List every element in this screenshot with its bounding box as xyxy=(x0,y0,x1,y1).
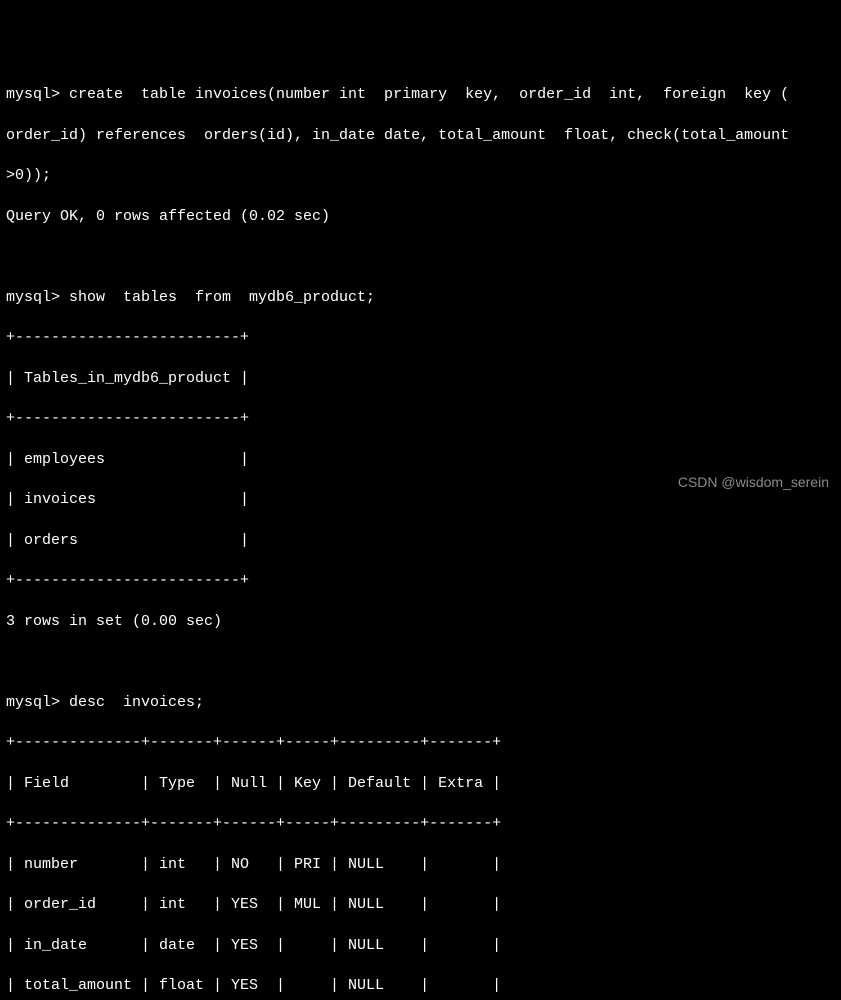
desc-row-1: | order_id | int | YES | MUL | NULL | | xyxy=(6,895,835,915)
show-tables-command: mysql> show tables from mydb6_product; xyxy=(6,288,835,308)
desc-border-mid: +--------------+-------+------+-----+---… xyxy=(6,814,835,834)
desc-border-top: +--------------+-------+------+-----+---… xyxy=(6,733,835,753)
blank-line xyxy=(6,652,835,672)
desc-command: mysql> desc invoices; xyxy=(6,693,835,713)
desc-row-3: | total_amount | float | YES | | NULL | … xyxy=(6,976,835,996)
create-command-line3: >0)); xyxy=(6,166,835,186)
desc-row-0: | number | int | NO | PRI | NULL | | xyxy=(6,855,835,875)
tables-row-1: | invoices | xyxy=(6,490,835,510)
desc-header: | Field | Type | Null | Key | Default | … xyxy=(6,774,835,794)
tables-border-mid: +-------------------------+ xyxy=(6,409,835,429)
create-command-line1: mysql> create table invoices(number int … xyxy=(6,85,835,105)
tables-header: | Tables_in_mydb6_product | xyxy=(6,369,835,389)
blank-line xyxy=(6,247,835,267)
tables-row-2: | orders | xyxy=(6,531,835,551)
desc-row-2: | in_date | date | YES | | NULL | | xyxy=(6,936,835,956)
watermark: CSDN @wisdom_serein xyxy=(678,473,829,492)
query-ok-result: Query OK, 0 rows affected (0.02 sec) xyxy=(6,207,835,227)
rows3-result: 3 rows in set (0.00 sec) xyxy=(6,612,835,632)
create-command-line2: order_id) references orders(id), in_date… xyxy=(6,126,835,146)
tables-border-bottom: +-------------------------+ xyxy=(6,571,835,591)
tables-border-top: +-------------------------+ xyxy=(6,328,835,348)
tables-row-0: | employees | xyxy=(6,450,835,470)
